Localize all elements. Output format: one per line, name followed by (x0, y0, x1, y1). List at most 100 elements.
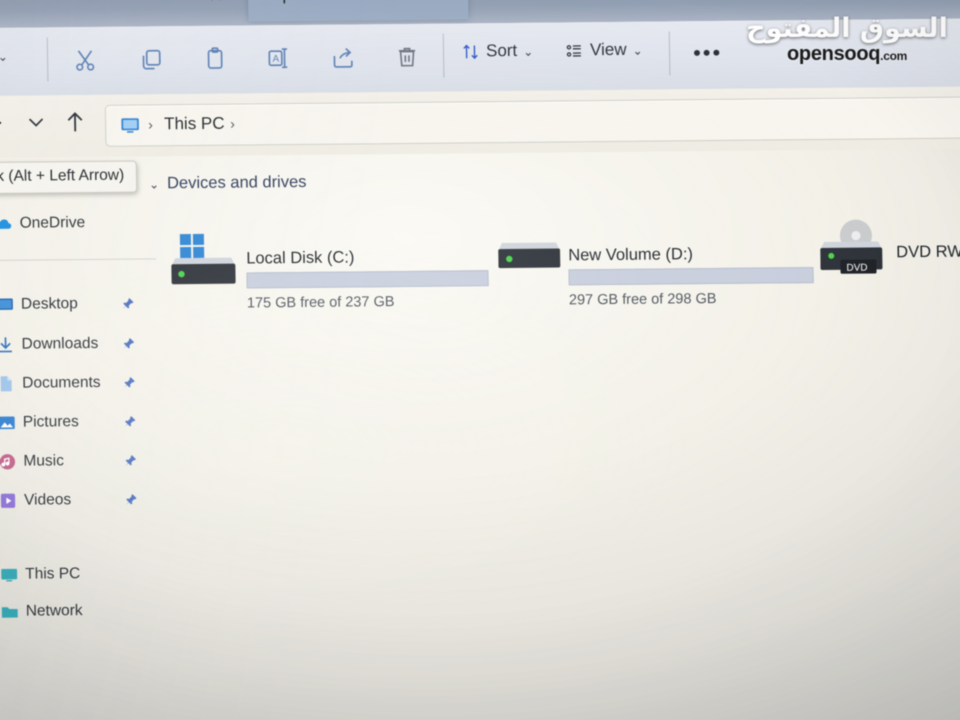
delete-button[interactable] (385, 38, 430, 80)
chevron-down-icon: ⌄ (0, 49, 8, 64)
document-glyph (0, 376, 12, 392)
tab-this-pc[interactable]: is PC (0, 0, 1, 3)
sidebar-item-downloads[interactable]: Downloads (0, 329, 172, 361)
view-list-icon (566, 45, 581, 57)
breadcrumb-this-pc[interactable]: This PC (164, 114, 225, 135)
sidebar-item-label: Desktop (20, 295, 78, 313)
video-glyph (0, 493, 16, 508)
file-explorer-window: is PC ✕ + ew⌄ (0, 0, 960, 720)
svg-text:A: A (273, 54, 280, 65)
chevron-down-icon: ⌄ (632, 43, 643, 58)
pin-glyph (124, 377, 135, 388)
sidebar-item-documents[interactable]: Documents (0, 368, 172, 400)
view-button-label: View (589, 39, 627, 60)
chevron-down-icon (28, 118, 44, 127)
sidebar-item-music[interactable]: Music (0, 446, 174, 478)
toolbar-divider (46, 37, 49, 82)
network-folder-glyph (1, 607, 18, 618)
cloud-glyph (0, 219, 12, 229)
share-icon (333, 48, 353, 68)
photograph-of-screen: is PC ✕ + ew⌄ (0, 0, 960, 720)
svg-text:DVD: DVD (846, 263, 867, 274)
copy-button[interactable] (129, 40, 174, 82)
drive-glyph (171, 233, 236, 285)
navigation-pane: ▶ OneDrive Desktop (0, 156, 178, 720)
close-icon[interactable]: ✕ (208, 0, 224, 8)
desktop-glyph (0, 298, 13, 310)
pin-icon[interactable] (123, 414, 137, 430)
music-icon (0, 452, 18, 472)
recent-locations-button[interactable] (24, 109, 49, 141)
sidebar-item-this-pc[interactable]: This PC (0, 559, 175, 591)
sidebar-divider (0, 258, 157, 261)
pin-glyph (125, 416, 136, 427)
pin-icon[interactable] (121, 296, 135, 312)
pictures-icon (0, 413, 17, 433)
sidebar-item-pictures[interactable]: Pictures (0, 407, 173, 439)
drive-capacity-bar (246, 270, 489, 289)
sidebar-item-onedrive[interactable]: ▶ OneDrive (0, 208, 170, 240)
sidebar-item-videos[interactable]: Videos (0, 485, 174, 517)
share-button[interactable] (321, 38, 366, 80)
network-icon (0, 602, 20, 622)
pin-icon[interactable] (121, 336, 135, 352)
drive-item-local-disk-c[interactable]: Local Disk (C:) 175 GB free of 237 GB (167, 197, 489, 312)
breadcrumb-separator: › (148, 116, 153, 133)
videos-icon (0, 491, 18, 511)
music-note-glyph (0, 454, 16, 470)
desktop-icon (0, 295, 15, 315)
pin-glyph (125, 455, 136, 466)
new-button[interactable]: ew⌄ (0, 46, 8, 66)
sidebar-item-label: Videos (23, 491, 72, 509)
back-button-tooltip: ack (Alt + Left Arrow) (0, 160, 138, 195)
this-pc-monitor-icon (119, 115, 141, 142)
dvd-drive-icon: DVD (820, 215, 891, 285)
rename-button[interactable]: A (257, 39, 302, 81)
toolbar-divider (442, 33, 445, 78)
sidebar-item-network[interactable]: Network (0, 596, 176, 628)
cut-button[interactable] (63, 41, 108, 83)
pin-icon[interactable] (124, 492, 138, 508)
up-button[interactable] (62, 109, 89, 141)
pin-icon[interactable] (122, 375, 136, 391)
sidebar-item-desktop[interactable]: Desktop (0, 289, 171, 321)
see-more-button[interactable]: ••• (693, 40, 723, 65)
toolbar-divider (668, 31, 671, 76)
view-button[interactable]: View ⌄ (565, 40, 643, 73)
drive-item-new-volume-d[interactable]: New Volume (D:) 297 GB free of 298 GB (489, 194, 820, 308)
sort-button[interactable]: Sort ⌄ (461, 41, 534, 74)
sort-button-label: Sort (485, 40, 518, 61)
downloads-icon (0, 335, 16, 355)
dvd-glyph: DVD (820, 219, 883, 274)
onedrive-icon (0, 214, 14, 234)
drive-item-dvd-rw[interactable]: DVD DVD RW Dri (819, 192, 960, 280)
drive-name: Local Disk (C:) (246, 248, 355, 268)
download-arrow-glyph (0, 337, 12, 353)
scissors-icon (76, 50, 95, 71)
drive-glyph (498, 242, 561, 269)
monitor-glyph (121, 118, 139, 133)
pc-monitor-glyph (1, 568, 18, 582)
plus-icon: + (278, 0, 291, 11)
command-bar: ew⌄ A (0, 18, 960, 96)
arrow-right-icon (0, 115, 2, 131)
rename-icon: A (268, 48, 288, 69)
breadcrumb-separator: › (230, 115, 235, 132)
forward-button[interactable] (0, 110, 4, 142)
arrow-up-icon (67, 112, 83, 132)
sidebar-item-label: Pictures (22, 413, 79, 431)
pin-icon[interactable] (123, 453, 137, 469)
paste-button[interactable] (193, 40, 238, 82)
address-bar-row: › This PC › (0, 86, 960, 158)
sidebar-item-label: Downloads (21, 334, 99, 353)
address-bar[interactable]: › This PC › (104, 96, 960, 147)
chevron-down-icon: ⌄ (523, 44, 534, 59)
sort-arrows-icon (463, 44, 478, 60)
this-pc-icon (0, 565, 19, 585)
documents-icon (0, 374, 16, 394)
drive-capacity-bar (568, 267, 814, 286)
chevron-down-icon[interactable]: ⌄ (149, 177, 159, 191)
sidebar-item-label: Network (25, 602, 83, 620)
new-tab-button[interactable]: + (247, 0, 469, 22)
sidebar-item-label: Music (23, 452, 65, 470)
